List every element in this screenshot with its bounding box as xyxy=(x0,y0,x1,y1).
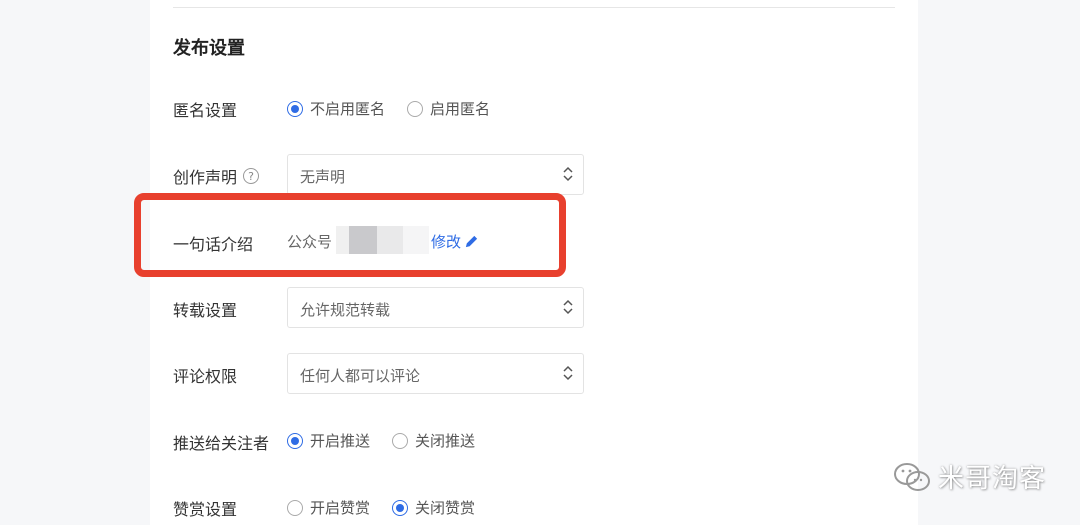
radio-push-on[interactable]: 开启推送 xyxy=(287,430,370,451)
chevron-updown-icon xyxy=(563,365,573,381)
reward-label-text: 赞赏设置 xyxy=(173,500,238,519)
comment-label: 评论权限 xyxy=(173,363,237,387)
comment-select[interactable]: 任何人都可以评论 xyxy=(287,353,584,394)
radio-checked-icon[interactable] xyxy=(392,499,409,516)
declaration-select[interactable]: 无声明 xyxy=(287,154,584,195)
chevron-updown-icon xyxy=(563,299,573,315)
anonymous-label-text: 匿名设置 xyxy=(173,101,238,120)
radio-reward-off[interactable]: 关闭赞赏 xyxy=(392,497,475,518)
push-radio-group: 开启推送 关闭推送 xyxy=(287,430,497,451)
radio-anonymous-off[interactable]: 不启用匿名 xyxy=(287,98,385,119)
reward-radio-group: 开启赞赏 关闭赞赏 xyxy=(287,497,497,518)
declaration-label-text: 创作声明 xyxy=(173,168,238,187)
declaration-label: 创作声明 ? xyxy=(173,164,260,188)
radio-anonymous-on[interactable]: 启用匿名 xyxy=(407,98,490,119)
watermark: 米哥淘客 xyxy=(892,458,1046,495)
watermark-text: 米哥淘客 xyxy=(938,464,1047,494)
radio-checked-icon[interactable] xyxy=(287,100,303,117)
anonymous-radio-group: 不启用匿名 启用匿名 xyxy=(287,98,512,119)
comment-label-text: 评论权限 xyxy=(173,367,238,386)
anonymous-label: 匿名设置 xyxy=(173,97,237,121)
radio-unchecked-icon[interactable] xyxy=(287,499,303,516)
repost-label-text: 转载设置 xyxy=(173,301,238,320)
highlight-box xyxy=(134,193,566,277)
radio-push-off[interactable]: 关闭推送 xyxy=(392,430,475,451)
question-circle-icon[interactable]: ? xyxy=(243,168,260,184)
wechat-icon xyxy=(894,462,930,491)
repost-select[interactable]: 允许规范转载 xyxy=(287,287,584,328)
radio-reward-on[interactable]: 开启赞赏 xyxy=(287,497,370,518)
radio-unchecked-icon[interactable] xyxy=(407,100,424,117)
section-title: 发布设置 xyxy=(173,38,245,59)
radio-unchecked-icon[interactable] xyxy=(392,432,409,449)
divider xyxy=(173,7,895,8)
reward-label: 赞赏设置 xyxy=(173,496,237,520)
chevron-updown-icon xyxy=(563,166,573,182)
radio-checked-icon[interactable] xyxy=(287,432,303,449)
push-label-text: 推送给关注者 xyxy=(173,434,270,453)
repost-label: 转载设置 xyxy=(173,297,237,321)
push-label: 推送给关注者 xyxy=(173,430,269,454)
